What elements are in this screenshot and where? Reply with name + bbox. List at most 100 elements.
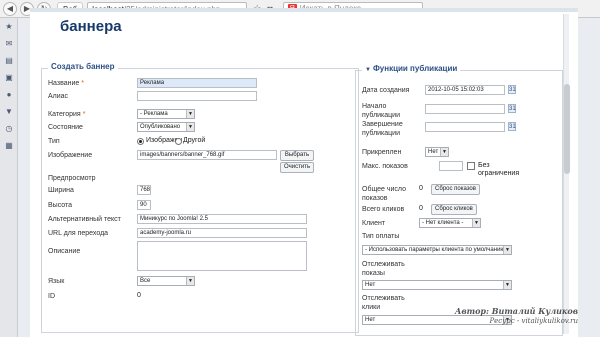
track-impressions-select[interactable]: Нет ▼ <box>362 280 512 290</box>
type-row: Тип Изображен Другой <box>42 136 358 148</box>
publish-down-label: Завершение публикации <box>362 121 403 137</box>
bookmarks-icon[interactable]: ★ <box>0 18 18 35</box>
pinned-select[interactable]: Нет ▼ <box>425 147 449 157</box>
max-impressions-input[interactable] <box>439 161 463 171</box>
language-select[interactable]: Все ▼ <box>137 276 195 286</box>
alt-text-input[interactable]: Миникурс по Joomla! 2.5 <box>137 214 307 224</box>
category-label: Категория * <box>48 111 86 118</box>
image-clear-button[interactable]: Очистить <box>280 162 314 173</box>
track-impressions-label-row: Отслеживать показы <box>356 259 562 277</box>
publish-down-row: Завершение публикации 31 <box>356 119 562 137</box>
total-clicks-label: Всего кликов <box>362 206 405 213</box>
calendar-icon[interactable]: 31 <box>508 122 516 131</box>
name-input[interactable]: Реклама <box>137 78 257 88</box>
description-label: Описание <box>48 248 81 255</box>
page-content: баннера Создать баннер Название * Реклама… <box>30 8 578 337</box>
type-image-radio[interactable] <box>137 138 144 145</box>
state-select[interactable]: Опубликовано ▼ <box>137 122 195 132</box>
alt-text-row: Альтернативный текст Миникурс по Joomla!… <box>42 214 358 226</box>
total-impressions-row: Общее число показов 0 Сброс показов <box>356 184 562 202</box>
client-row: Клиент - Нет клиента - ▼ <box>356 218 562 230</box>
watermark-author: Автор: Виталий Куликов <box>454 306 578 316</box>
click-url-row: URL для перехода academy-joomla.ru <box>42 228 358 240</box>
width-label: Ширина <box>48 187 74 194</box>
total-impressions-label: Общее число показов <box>362 186 406 202</box>
click-url-label: URL для перехода <box>48 230 109 237</box>
pinned-label: Прикреплен <box>362 149 402 156</box>
image-row: Изображение images/banners/banner_768.gi… <box>42 150 358 162</box>
alt-text-label: Альтернативный текст <box>48 216 121 223</box>
browser-sidebar: ★ ✉ ▤ ▣ ● ▼ ◷ ▦ <box>0 18 18 337</box>
contacts-icon[interactable]: ● <box>0 86 18 103</box>
purchase-type-label: Тип оплаты <box>362 233 400 240</box>
width-input[interactable]: 768 <box>137 185 151 195</box>
publish-down-input[interactable] <box>425 122 505 132</box>
category-row: Категория * - Реклама ▼ <box>42 109 358 121</box>
back-icon[interactable]: ◀ <box>3 1 17 16</box>
downloads-icon[interactable]: ▼ <box>0 103 18 120</box>
name-row: Название * Реклама <box>42 78 358 90</box>
alias-input[interactable] <box>137 91 257 101</box>
height-input[interactable]: 90 <box>137 200 151 210</box>
type-custom-radio[interactable] <box>175 138 182 145</box>
panels-icon[interactable]: ▦ <box>0 137 18 154</box>
created-row: Дата создания 2012-10-05 15:02:03 31 <box>356 85 562 97</box>
mail-icon[interactable]: ✉ <box>0 35 18 52</box>
image-label: Изображение <box>48 152 93 159</box>
preview-label: Предпросмотр <box>48 175 96 182</box>
max-impressions-row: Макс. показов Без ограничения <box>356 161 562 177</box>
page-title: баннера <box>60 18 122 35</box>
image-path-input[interactable]: images/banners/banner_768.gif <box>137 150 277 160</box>
height-label: Высота <box>48 202 73 209</box>
height-row: Высота 90 <box>42 200 358 212</box>
category-select[interactable]: - Реклама ▼ <box>137 109 195 119</box>
admin-menu-strip <box>30 8 578 12</box>
reset-impressions-button[interactable]: Сброс показов <box>431 184 480 195</box>
state-row: Состояние Опубликовано ▼ <box>42 122 358 134</box>
track-clicks-label-row: Отслеживать клики <box>356 293 562 311</box>
language-row: Язык Все ▼ <box>42 276 358 288</box>
collapse-caret-icon: ▼ <box>365 67 371 73</box>
id-value: 0 <box>137 292 141 299</box>
publishing-options-legend[interactable]: ▼ Функции публикации <box>362 64 461 73</box>
id-row: ID 0 <box>42 291 358 303</box>
type-custom-label: Другой <box>183 137 206 144</box>
image-select-button[interactable]: Выбрать <box>280 150 314 161</box>
calendar-icon[interactable]: 31 <box>508 85 516 94</box>
publish-up-label: Начало публикации <box>362 103 400 119</box>
created-label: Дата создания <box>362 87 410 94</box>
notes-icon[interactable]: ▣ <box>0 69 18 86</box>
page-scrollbar[interactable] <box>563 14 570 334</box>
history-icon[interactable]: ◷ <box>0 120 18 137</box>
click-url-input[interactable]: academy-joomla.ru <box>137 228 307 238</box>
id-label: ID <box>48 293 55 300</box>
publish-up-input[interactable] <box>425 104 505 114</box>
scrollbar-thumb[interactable] <box>564 84 570 174</box>
track-clicks-label: Отслеживать клики <box>362 295 405 311</box>
watermark-resource: Ресурс - vitaliykulikov.ru <box>489 317 578 325</box>
purchase-type-select[interactable]: - Использовать параметры клиента по умол… <box>362 245 512 255</box>
screen: ◀ ▶ ↻ Веб localhost/25/administrator/ind… <box>0 0 600 337</box>
state-label: Состояние <box>48 124 83 131</box>
max-impressions-label: Макс. показов <box>362 163 408 170</box>
purchase-type-label-row: Тип оплаты <box>356 231 562 243</box>
create-banner-fieldset: Создать баннер Название * Реклама Алиас К… <box>41 62 359 333</box>
reset-clicks-button[interactable]: Сброс кликов <box>431 204 477 215</box>
track-impressions-label: Отслеживать показы <box>362 261 405 277</box>
unlimited-label: Без ограничения <box>478 162 520 177</box>
type-label: Тип <box>48 138 60 145</box>
description-textarea[interactable] <box>137 241 307 271</box>
client-select[interactable]: - Нет клиента - ▼ <box>419 218 481 228</box>
calendar-icon[interactable]: 31 <box>508 104 516 113</box>
total-clicks-row: Всего кликов 0 Сброс кликов <box>356 204 562 216</box>
name-label: Название * <box>48 80 85 87</box>
width-row: Ширина 768 <box>42 185 358 197</box>
unlimited-checkbox[interactable] <box>467 162 475 170</box>
created-date-input[interactable]: 2012-10-05 15:02:03 <box>425 85 505 95</box>
alias-label: Алиас <box>48 93 69 100</box>
publish-up-row: Начало публикации 31 <box>356 101 562 119</box>
total-impressions-value: 0 <box>419 185 423 192</box>
chat-icon[interactable]: ▤ <box>0 52 18 69</box>
alias-row: Алиас <box>42 91 358 103</box>
create-banner-legend: Создать баннер <box>48 62 118 71</box>
